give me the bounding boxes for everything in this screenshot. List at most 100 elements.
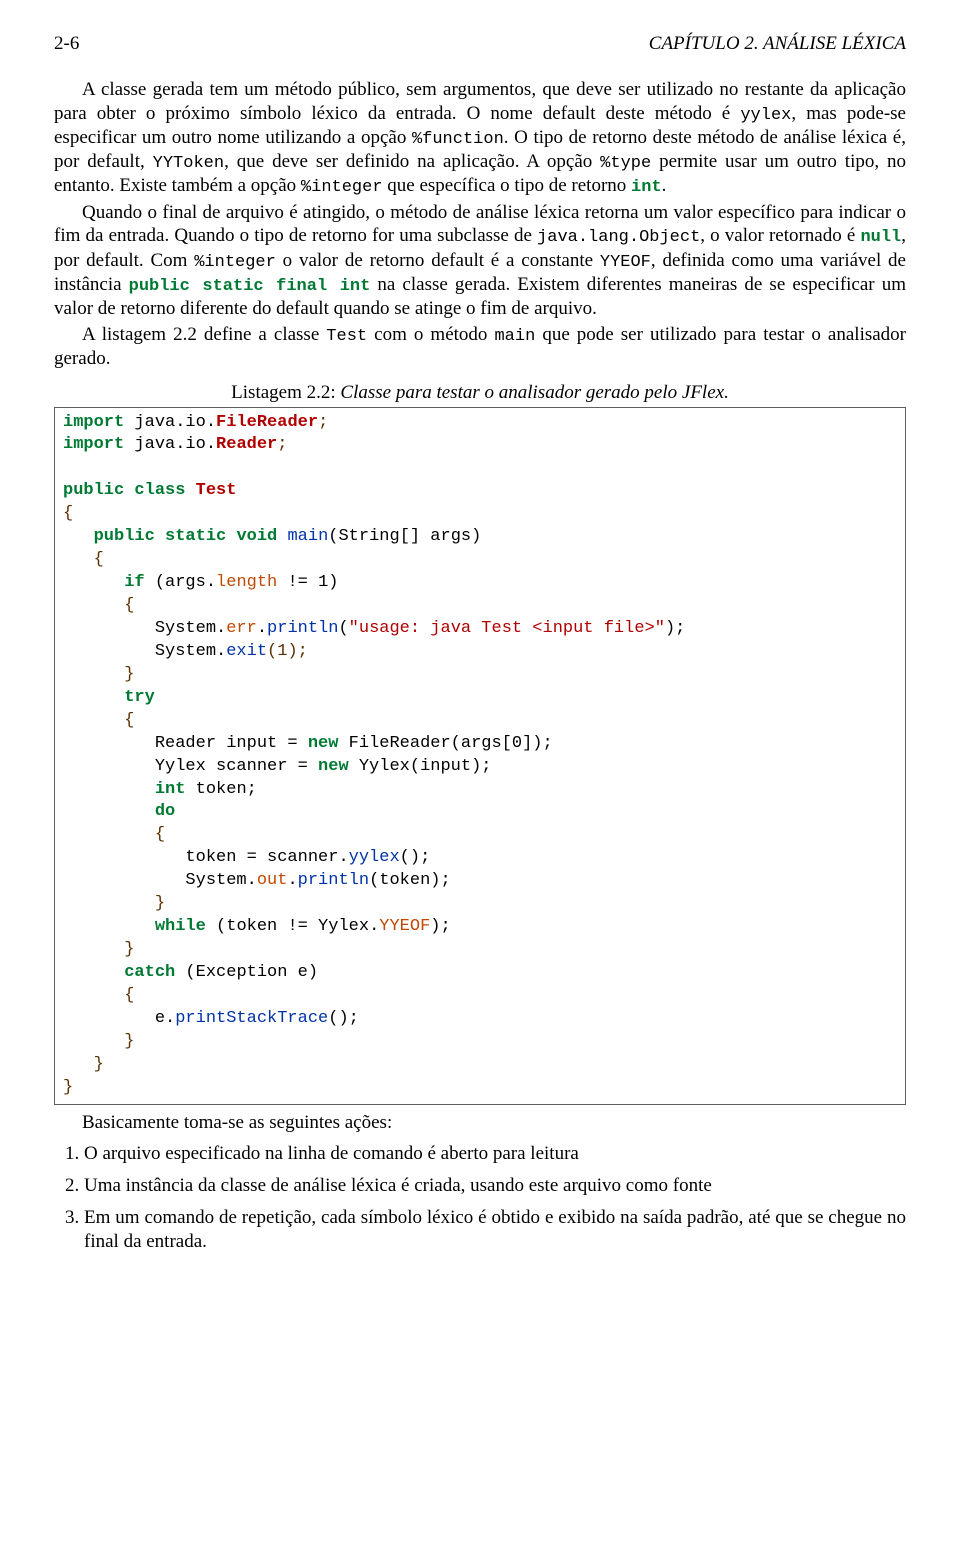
page-header: 2-6 CAPÍTULO 2. ANÁLISE LÉXICA [54, 32, 906, 56]
kw-static: static [165, 527, 226, 546]
brace-open: { [124, 596, 134, 615]
code-text: System. [63, 642, 226, 661]
code-inline: yylex [740, 106, 791, 125]
code-text: (); [400, 848, 431, 867]
code-inline: main [494, 327, 535, 346]
code-text: (); [328, 1009, 359, 1028]
code-text: (args. [145, 573, 216, 592]
code-text: (token); [369, 871, 451, 890]
kw-new: new [318, 757, 349, 776]
member-out: out [257, 871, 288, 890]
text: A listagem 2.2 define a classe [82, 324, 326, 345]
brace-close: } [124, 1032, 134, 1051]
caption-label: Listagem 2.2: [231, 382, 335, 403]
fn-println: println [298, 871, 369, 890]
code-text: (Exception e) [175, 963, 318, 982]
paragraph-3: A listagem 2.2 define a classe Test com … [54, 323, 906, 371]
kw-public: public [63, 481, 124, 500]
code-text: java.io. [124, 435, 216, 454]
steps-list: O arquivo especificado na linha de coman… [54, 1142, 906, 1253]
type-test: Test [196, 481, 237, 500]
code-inline: %function [412, 130, 504, 149]
list-item: Uma instância da classe de análise léxic… [84, 1174, 906, 1198]
text: que específica o tipo de retorno [383, 175, 631, 196]
code-inline: YYEOF [600, 253, 651, 272]
kw-void: void [236, 527, 277, 546]
code-text: Yylex(input); [349, 757, 492, 776]
code-text: Reader input = [63, 734, 308, 753]
code-text: Yylex scanner = [63, 757, 318, 776]
kw-new: new [308, 734, 339, 753]
code-text: System. [63, 619, 226, 638]
chapter-title: CAPÍTULO 2. ANÁLISE LÉXICA [649, 32, 906, 56]
brace-open: { [124, 986, 134, 1005]
keyword-int: int [631, 178, 662, 197]
punct: ; [277, 435, 287, 454]
paragraph-2: Quando o final de arquivo é atingido, o … [54, 201, 906, 321]
kw-int: int [155, 780, 186, 799]
text: com o método [367, 324, 494, 345]
caption-text: Classe para testar o analisador gerado p… [336, 382, 729, 403]
listing-caption: Listagem 2.2: Classe para testar o anali… [54, 381, 906, 405]
text: . [662, 175, 667, 196]
code-text: != 1) [277, 573, 338, 592]
kw-if: if [124, 573, 144, 592]
code-text: e. [63, 1009, 175, 1028]
text: , o valor retornado é [700, 225, 860, 246]
type-reader: Reader [216, 435, 277, 454]
brace-open: { [155, 825, 165, 844]
fn-println: println [267, 619, 338, 638]
brace-open: { [94, 550, 104, 569]
fn-yylex: yylex [349, 848, 400, 867]
paragraph-4: Basicamente toma-se as seguintes ações: [54, 1111, 906, 1135]
brace-close: } [94, 1055, 104, 1074]
code-text: java.io. [124, 413, 216, 432]
kw-import: import [63, 413, 124, 432]
list-item: O arquivo especificado na linha de coman… [84, 1142, 906, 1166]
kw-catch: catch [124, 963, 175, 982]
fn-printstacktrace: printStackTrace [175, 1009, 328, 1028]
kw-try: try [124, 688, 155, 707]
code-inline: %integer [301, 178, 383, 197]
code-inline: YYToken [153, 154, 224, 173]
kw-do: do [155, 802, 175, 821]
brace-open: { [63, 504, 73, 523]
string-literal: "usage: java Test <input file>" [349, 619, 665, 638]
code-inline: Test [326, 327, 367, 346]
text: o valor de retorno default é a constante [276, 250, 600, 271]
brace-close: } [155, 894, 165, 913]
kw-import: import [63, 435, 124, 454]
fn-exit: exit [226, 642, 267, 661]
member-length: length [216, 573, 277, 592]
code-text: token = scanner. [63, 848, 349, 867]
code-text: FileReader(args[0]); [338, 734, 552, 753]
code-listing: import java.io.FileReader; import java.i… [54, 407, 906, 1105]
code-inline: java.lang.Object [537, 228, 700, 247]
dot: . [257, 619, 267, 638]
member-yyeof: YYEOF [379, 917, 430, 936]
page-number: 2-6 [54, 32, 79, 56]
text: , que deve ser definido na aplicação. A … [224, 151, 600, 172]
code-inline: %type [600, 154, 651, 173]
code-text: (String[] args) [328, 527, 481, 546]
type-filereader: FileReader [216, 413, 318, 432]
code-text: System. [63, 871, 257, 890]
list-item: Em um comando de repetição, cada símbolo… [84, 1206, 906, 1254]
keyword-public-static-final-int: public static final int [129, 277, 371, 296]
brace-open: { [124, 711, 134, 730]
num-arg: (1); [267, 642, 308, 661]
brace-close: } [124, 940, 134, 959]
kw-while: while [155, 917, 206, 936]
code-inline: %integer [194, 253, 276, 272]
code-text: ); [430, 917, 450, 936]
page: 2-6 CAPÍTULO 2. ANÁLISE LÉXICA A classe … [0, 0, 960, 1301]
dot: . [287, 871, 297, 890]
code-text: (token != Yylex. [206, 917, 379, 936]
code-text: token; [185, 780, 256, 799]
keyword-null: null [860, 228, 901, 247]
paren: ( [338, 619, 348, 638]
paragraph-1: A classe gerada tem um método público, s… [54, 78, 906, 199]
member-err: err [226, 619, 257, 638]
punct: ; [318, 413, 328, 432]
brace-close: } [124, 665, 134, 684]
